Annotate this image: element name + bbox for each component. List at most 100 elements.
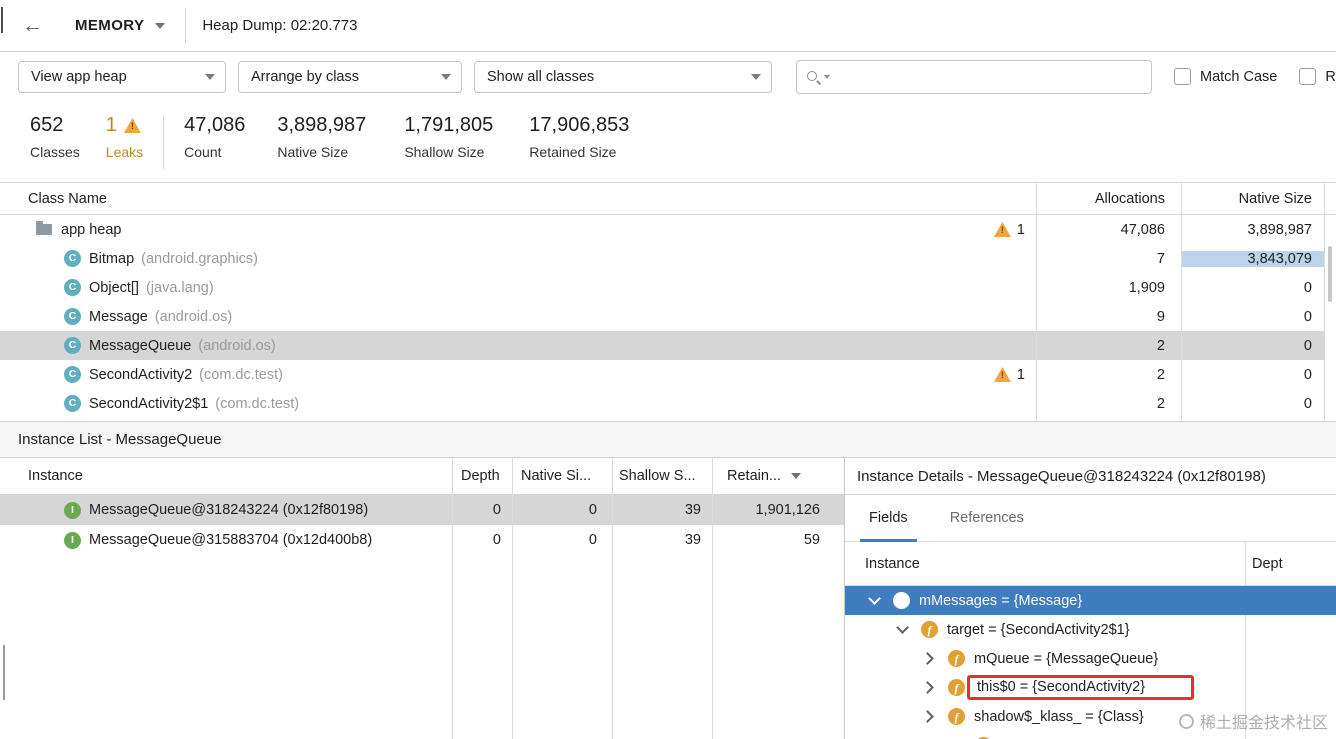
fields-table-header: Instance Dept — [845, 542, 1336, 586]
stat-count-value: 47,086 — [184, 114, 246, 136]
tree-row-mqueue[interactable]: f mQueue = {MessageQueue} — [845, 644, 1336, 673]
native-size-cell: 0 — [1303, 395, 1312, 412]
class-name: Message — [89, 308, 148, 325]
native-size-cell: 3,898,987 — [1247, 221, 1312, 238]
stat-leaks: 1 ! Leaks — [106, 114, 143, 160]
column-depth[interactable]: Depth — [451, 468, 511, 484]
chevron-right-icon[interactable] — [921, 652, 934, 665]
tab-references[interactable]: References — [950, 495, 1024, 541]
column-native-size[interactable]: Native Si... — [511, 468, 611, 484]
field-icon: f — [948, 650, 965, 667]
search-field[interactable] — [796, 59, 1152, 94]
instance-row-selected[interactable]: I MessageQueue@318243224 (0x12f80198) 0 … — [0, 495, 844, 525]
juejin-logo-icon — [1178, 713, 1194, 729]
chevron-down-icon[interactable] — [791, 473, 801, 479]
back-icon[interactable]: ← — [22, 14, 43, 38]
search-input[interactable] — [838, 60, 1143, 93]
splitter-handle[interactable] — [3, 645, 5, 700]
instance-table-header: Instance Depth Native Si... Shallow S...… — [0, 458, 844, 495]
panel-edge-mark — [1, 7, 3, 33]
memory-session-dropdown[interactable]: MEMORY — [75, 17, 166, 34]
chevron-down-icon — [441, 73, 451, 80]
column-shallow-size[interactable]: Shallow S... — [611, 468, 711, 484]
class-name: MessageQueue — [89, 337, 192, 354]
allocations-cell: 9 — [1156, 308, 1165, 325]
class-icon: C — [64, 250, 81, 267]
table-row-secondactivity2[interactable]: C SecondActivity2 (com.dc.test) ! 1 2 0 — [0, 360, 1336, 389]
chevron-down-icon[interactable] — [824, 74, 830, 79]
field-label: mMessages = {Message} — [919, 592, 1083, 609]
field-icon: f — [921, 621, 938, 638]
chevron-down-icon — [155, 22, 166, 29]
table-row-message[interactable]: C Message (android.os) 9 0 — [0, 302, 1336, 331]
class-package: (android.os) — [154, 308, 233, 325]
memory-profiler-window: ← MEMORY Heap Dump: 02:20.773 View app h… — [0, 0, 1336, 739]
column-depth[interactable]: Dept — [1252, 556, 1283, 572]
field-label: target = {SecondActivity2$1} — [947, 621, 1130, 638]
instance-list-panel: Instance Depth Native Si... Shallow S...… — [0, 458, 845, 739]
native-size-cell: 0 — [1303, 308, 1312, 325]
class-package: (android.os) — [198, 337, 276, 354]
column-native-size[interactable]: Native Size — [1182, 191, 1325, 207]
tree-row-this0-highlighted[interactable]: f this$0 = {SecondActivity2} — [845, 673, 1336, 702]
match-case-label: Match Case — [1200, 68, 1278, 85]
class-name: SecondActivity2$1 — [89, 395, 209, 412]
chevron-down-icon — [205, 73, 215, 80]
class-icon: C — [64, 308, 81, 325]
instance-icon: I — [64, 531, 81, 549]
stat-native-size: 3,898,987 Native Size — [277, 114, 366, 160]
column-allocations[interactable]: Allocations — [1037, 191, 1182, 207]
table-row-object-array[interactable]: C Object[] (java.lang) 1,909 0 — [0, 273, 1336, 302]
tab-fields[interactable]: Fields — [860, 495, 917, 542]
instance-name: MessageQueue@315883704 (0x12d400b8) — [89, 532, 373, 548]
table-row-messagequeue-selected[interactable]: C MessageQueue (android.os) 2 0 — [0, 331, 1336, 360]
instance-row[interactable]: I MessageQueue@315883704 (0x12d400b8) 0 … — [0, 525, 844, 555]
stat-leaks-value: 1 — [105, 114, 117, 136]
column-retained-size[interactable]: Retain... — [711, 468, 844, 484]
table-row-bitmap[interactable]: C Bitmap (android.graphics) 7 3,843,079 — [0, 244, 1336, 273]
arrange-by-value: Arrange by class — [251, 68, 359, 85]
regex-label: R — [1325, 68, 1336, 85]
class-icon: C — [64, 337, 81, 354]
field-label: shadow$_klass_ = {Class} — [974, 708, 1144, 725]
stat-shallow-value: 1,791,805 — [404, 114, 494, 136]
allocations-cell: 2 — [1156, 337, 1165, 354]
column-class-name[interactable]: Class Name — [0, 191, 1037, 207]
class-filter-dropdown[interactable]: Show all classes — [474, 60, 772, 93]
match-case-checkbox[interactable] — [1174, 68, 1191, 85]
table-row-secondactivity2-1[interactable]: C SecondActivity2$1 (com.dc.test) 2 0 — [0, 389, 1336, 418]
regex-checkbox[interactable] — [1299, 68, 1317, 85]
heap-dump-title: Heap Dump: 02:20.773 — [202, 17, 358, 34]
stat-leaks-label: Leaks — [105, 144, 144, 160]
regex-option[interactable]: R — [1299, 68, 1336, 85]
column-instance[interactable]: Instance — [845, 556, 920, 572]
native-size-cell: 0 — [588, 532, 597, 548]
class-name: Bitmap — [89, 250, 135, 267]
stat-count: 47,086 Count — [184, 114, 245, 160]
class-name: app heap — [61, 221, 122, 238]
search-icon — [805, 69, 821, 85]
tree-row-mmessages-selected[interactable]: mMessages = {Message} — [845, 586, 1336, 615]
details-tabs: Fields References — [845, 495, 1336, 542]
stat-count-label: Count — [184, 144, 222, 160]
retained-size-cell: 1,901,126 — [755, 502, 820, 518]
tree-row-target[interactable]: f target = {SecondActivity2$1} — [845, 615, 1336, 644]
chevron-right-icon[interactable] — [921, 681, 934, 694]
chevron-down-icon[interactable] — [896, 621, 909, 634]
arrange-by-dropdown[interactable]: Arrange by class — [238, 60, 462, 93]
instance-name: MessageQueue@318243224 (0x12f80198) — [89, 502, 369, 518]
heap-scope-dropdown[interactable]: View app heap — [18, 60, 226, 93]
chevron-down-icon[interactable] — [868, 592, 881, 605]
class-package: (java.lang) — [145, 279, 214, 296]
leak-count: 1 — [1016, 366, 1025, 383]
column-divider — [1181, 182, 1182, 421]
class-name: Object[] — [89, 279, 139, 296]
match-case-option[interactable]: Match Case — [1174, 68, 1277, 85]
chevron-right-icon[interactable] — [921, 710, 934, 723]
stat-native-label: Native Size — [277, 144, 349, 160]
allocations-cell: 47,086 — [1120, 221, 1165, 238]
table-row-app-heap[interactable]: app heap ! 1 47,086 3,898,987 — [0, 215, 1336, 244]
vertical-scrollbar[interactable] — [1328, 246, 1332, 302]
column-instance[interactable]: Instance — [0, 468, 451, 484]
divider — [163, 115, 165, 169]
